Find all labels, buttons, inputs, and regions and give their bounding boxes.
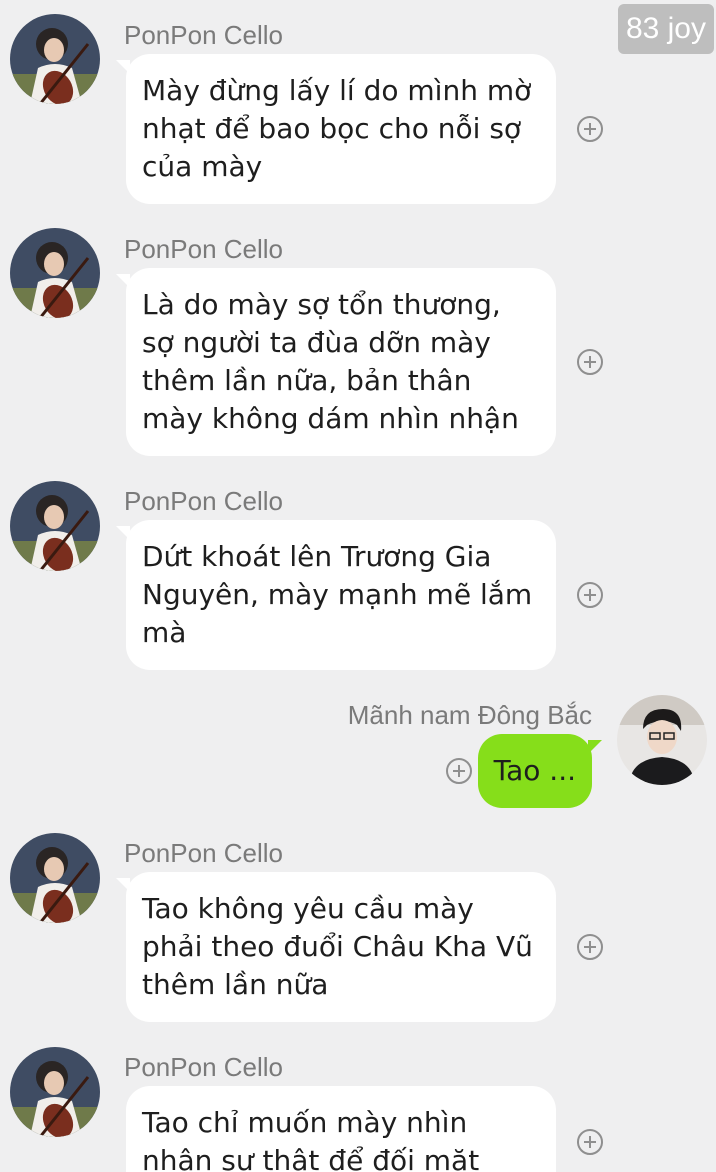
add-reaction-icon[interactable] (577, 1129, 603, 1155)
add-reaction-icon[interactable] (577, 116, 603, 142)
message-bubble[interactable]: Là do mày sợ tổn thương, sợ người ta đùa… (116, 268, 556, 456)
message-bubble[interactable]: Tao chỉ muốn mày nhìn nhận sự thật để đố… (126, 1086, 556, 1172)
add-reaction-icon[interactable] (577, 934, 603, 960)
sender-name: PonPon Cello (124, 486, 283, 516)
sender-name: PonPon Cello (124, 234, 283, 264)
chat-screen: PonPon Cello Mày đừng lấy lí do mình mờ … (0, 0, 716, 1172)
add-reaction-icon[interactable] (577, 349, 603, 375)
sender-name: Mãnh nam Đông Bắc (347, 700, 592, 730)
add-reaction-icon[interactable] (577, 582, 603, 608)
message-bubble[interactable]: Dứt khoát lên Trương Gia Nguyên, mày mạn… (116, 520, 556, 670)
cello-player-avatar[interactable] (10, 833, 100, 923)
boy-avatar[interactable] (617, 695, 707, 785)
cello-player-avatar[interactable] (10, 1047, 100, 1137)
watermark-label: 83 joy (617, 4, 714, 54)
cello-player-avatar[interactable] (10, 228, 100, 318)
add-reaction-icon[interactable] (446, 758, 472, 784)
cello-player-avatar[interactable] (10, 481, 100, 571)
message-bubble-outgoing[interactable]: Tao ... (477, 734, 603, 808)
sender-name: PonPon Cello (124, 838, 283, 868)
sender-name: PonPon Cello (124, 20, 283, 50)
message-bubble[interactable]: Mày đừng lấy lí do mình mờ nhạt để bao b… (116, 54, 556, 204)
cello-player-avatar[interactable] (10, 14, 100, 104)
message-bubble[interactable]: Tao không yêu cầu mày phải theo đuổi Châ… (116, 872, 556, 1022)
sender-name: PonPon Cello (124, 1052, 283, 1082)
